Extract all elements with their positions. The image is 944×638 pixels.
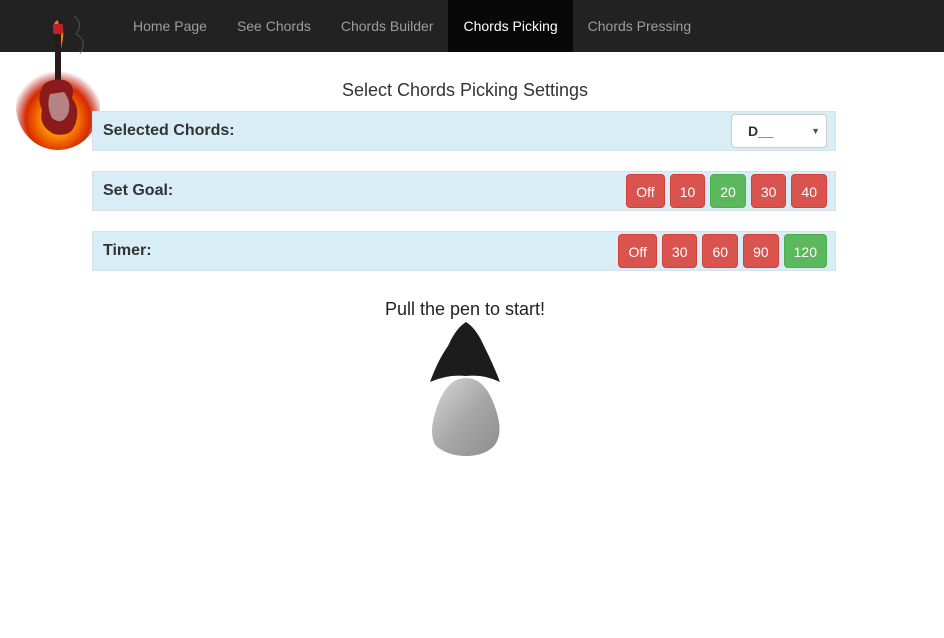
nav-items: Home Page See Chords Chords Builder Chor…: [118, 0, 706, 52]
timer-label: Timer:: [103, 242, 152, 259]
timer-60-button[interactable]: 60: [702, 234, 739, 268]
nav-chords-picking[interactable]: Chords Picking: [448, 0, 573, 52]
chevron-down-icon: ▼: [811, 126, 820, 136]
goal-20-button[interactable]: 20: [710, 174, 746, 208]
chords-select-value: D__: [748, 123, 774, 139]
chords-select[interactable]: D__ ▼: [731, 114, 827, 148]
nav-chords-pressing[interactable]: Chords Pressing: [573, 0, 707, 52]
start-prompt: Pull the pen to start!: [384, 299, 546, 319]
navbar: Home Page See Chords Chords Builder Chor…: [0, 0, 944, 52]
goal-off-button[interactable]: Off: [626, 174, 665, 208]
timer-off-button[interactable]: Off: [618, 234, 657, 268]
timer-30-button[interactable]: 30: [661, 234, 698, 268]
goal-10-button[interactable]: 10: [669, 174, 706, 208]
nav-see-chords[interactable]: See Chords: [222, 0, 326, 52]
goal-40-button[interactable]: 40: [791, 174, 827, 208]
pick-area: [430, 322, 500, 456]
nav-home-page[interactable]: Home Page: [118, 0, 222, 52]
page-title: Select Chords Picking Settings: [341, 80, 589, 100]
selected-chords-row: Selected Chords: D__ ▼: [92, 111, 836, 151]
arrow-up-icon: [430, 322, 500, 382]
timer-row: Timer: Off 30 60 90 120: [92, 231, 836, 271]
goal-options: Off 10 20 30 40: [626, 174, 827, 208]
timer-120-button[interactable]: 120: [783, 234, 827, 268]
timer-90-button[interactable]: 90: [743, 234, 779, 268]
guitar-pick-icon[interactable]: [432, 378, 500, 456]
set-goal-label: Set Goal:: [103, 182, 174, 199]
goal-30-button[interactable]: 30: [750, 174, 787, 208]
selected-chords-label: Selected Chords:: [103, 122, 235, 139]
timer-options: Off 30 60 90 120: [618, 234, 827, 268]
nav-chords-builder[interactable]: Chords Builder: [326, 0, 449, 52]
set-goal-row: Set Goal: Off 10 20 30 40: [92, 171, 836, 211]
